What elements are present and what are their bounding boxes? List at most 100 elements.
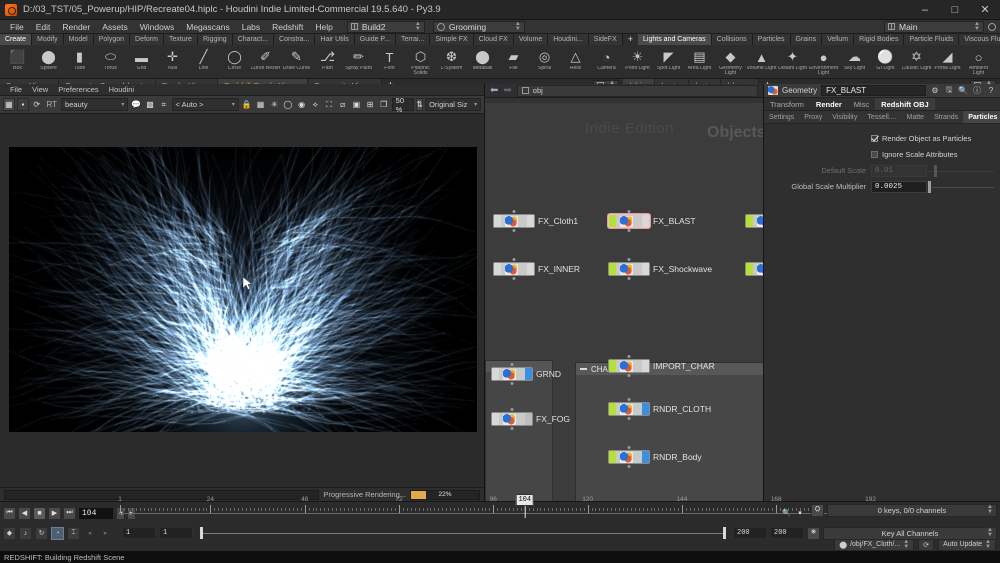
render-icon[interactable]: ▦ <box>3 98 15 111</box>
compare-icon[interactable]: ⧄ <box>337 98 349 111</box>
snapshot-icon[interactable]: ▣ <box>351 98 363 111</box>
gear-icon[interactable]: ⚙ <box>930 86 940 96</box>
node-input-connector[interactable] <box>513 210 516 213</box>
shelf-tool-draw-curve[interactable]: ✎ Draw Curve <box>281 47 312 77</box>
menu-assets[interactable]: Assets <box>96 20 134 34</box>
node-render-flag[interactable] <box>642 451 649 463</box>
node-body[interactable] <box>608 262 650 276</box>
lock-icon[interactable]: 🔒 <box>241 98 253 111</box>
shelf-tool-line[interactable]: ╱ Line <box>188 47 219 77</box>
copy-icon[interactable]: ❐ <box>378 98 390 111</box>
info-icon[interactable]: ⓘ <box>972 86 982 96</box>
shelf-tool-spot-light[interactable]: ◤ Spot Light <box>653 47 684 77</box>
pixels-icon[interactable]: ▦ <box>255 98 267 111</box>
node-body[interactable] <box>745 214 763 228</box>
node-body[interactable] <box>493 262 535 276</box>
shelf-tool-platonic-solids[interactable]: ⬡ Platonic Solids <box>405 47 436 77</box>
node-input-connector[interactable] <box>628 446 631 449</box>
node-body[interactable] <box>608 402 650 416</box>
subtab-proxy[interactable]: Proxy <box>799 111 827 123</box>
channel-spinner-icon[interactable]: ▲ ▼ <box>987 505 993 515</box>
shelf-tab-modify[interactable]: Modify <box>32 34 64 45</box>
node-input-connector[interactable] <box>628 355 631 358</box>
shelf-tab-volume[interactable]: Volume <box>514 34 548 45</box>
collapse-icon[interactable] <box>580 368 587 370</box>
node-render-flag[interactable] <box>642 215 649 227</box>
node-context-chip[interactable]: ⬤ /obj/FX_Cloth/... ▲ ▼ <box>834 539 914 551</box>
node-display-flag[interactable] <box>609 263 616 275</box>
network-path-field[interactable]: obj <box>517 85 758 97</box>
reload-icon[interactable]: ⟳ <box>31 98 43 111</box>
node-input-connector[interactable] <box>511 363 514 366</box>
node-render-flag[interactable] <box>525 413 532 425</box>
node-body[interactable] <box>491 367 533 381</box>
shelf-tool-spiral[interactable]: ◎ Spiral <box>529 47 560 77</box>
shelf-tool-helix[interactable]: △ Helix <box>560 47 591 77</box>
rv-menu-houdini[interactable]: Houdini <box>104 85 139 94</box>
forward-arrow-icon[interactable]: ➡ <box>503 85 511 96</box>
auto-update-chip[interactable]: Auto Update ▲ ▼ <box>938 539 996 551</box>
shelf-tool-portal-light[interactable]: ◢ Portal Light <box>932 47 963 77</box>
node-fx-cloth1[interactable]: FX_Cloth1 <box>493 214 578 228</box>
node-context-spinner-icon[interactable]: ▲ ▼ <box>903 540 909 550</box>
help-icon[interactable]: ? <box>986 86 996 96</box>
back-arrow-icon[interactable]: ⬅ <box>490 85 498 96</box>
shelf-tab-create[interactable]: Create <box>0 34 32 45</box>
layout-selector[interactable]: Main ▲ ▼ <box>884 21 984 33</box>
shelf-tab-guide-p[interactable]: Guide P... <box>355 34 396 45</box>
node-fx-inner[interactable]: FX_INNER <box>493 262 580 276</box>
camera-selector[interactable]: < Auto > ▾ <box>172 98 239 111</box>
snowflake-icon[interactable]: ✳ <box>268 98 280 111</box>
node-grnd[interactable]: GRND <box>491 367 561 381</box>
global-scale-multiplier-slider[interactable] <box>928 181 994 193</box>
grid-icon[interactable]: ▩ <box>144 98 156 111</box>
shelf-tool-font[interactable]: T Font <box>374 47 405 77</box>
shelf-tool-stereo-camera[interactable]: ▭Stereo Camera <box>994 47 1000 77</box>
tab-misc[interactable]: Misc <box>848 98 875 110</box>
shelf-tab-model[interactable]: Model <box>64 34 94 45</box>
desktop-spinner-icon[interactable]: ▲ ▼ <box>515 22 521 32</box>
zoom-spinner-icon[interactable]: ⇅ <box>416 98 423 111</box>
node-output-connector[interactable] <box>513 277 516 280</box>
shelf-tool-tube[interactable]: ▮ Tube <box>64 47 95 77</box>
node-render-flag[interactable] <box>642 403 649 415</box>
node-output-connector[interactable] <box>628 277 631 280</box>
node-input-connector[interactable] <box>628 398 631 401</box>
node-body[interactable] <box>608 359 650 373</box>
subtab-strands[interactable]: Strands <box>929 111 963 123</box>
search-icon[interactable]: 🔍 <box>958 86 968 96</box>
shelf-tool-ambient-light[interactable]: ○ Ambient Light <box>963 47 994 77</box>
jump-end-icon[interactable]: ⏭ <box>63 507 76 520</box>
shelf-tab-rigging[interactable]: Rigging <box>198 34 233 45</box>
zoom-timeline-icon[interactable]: 🔍 <box>780 506 793 519</box>
node-body[interactable] <box>608 214 650 228</box>
rv-menu-view[interactable]: View <box>27 85 53 94</box>
menu-render[interactable]: Render <box>56 20 96 34</box>
timeline-menu-chevron-icon[interactable]: ▾ <box>796 506 804 519</box>
tab-redshift-obj[interactable]: Redshift OBJ <box>875 98 935 110</box>
menu-edit[interactable]: Edit <box>30 20 57 34</box>
subtab-particles[interactable]: Particles <box>963 111 1000 123</box>
node-display-flag[interactable] <box>492 368 499 380</box>
node-node-4[interactable] <box>745 214 763 228</box>
node-body[interactable] <box>745 262 763 276</box>
shelf-tool-torus[interactable]: ⬭ Torus <box>95 47 126 77</box>
shelf-tab-particles[interactable]: Particles <box>753 34 791 45</box>
character-network-box[interactable]: CHARACTER <box>575 362 763 501</box>
node-render-flag[interactable] <box>642 360 649 372</box>
shelf-tool-distant-light[interactable]: ✦ Distant Light <box>777 47 808 77</box>
node-display-flag[interactable] <box>609 215 616 227</box>
add-snapshot-icon[interactable]: ⊞ <box>364 98 376 111</box>
shelf-tab-sidefx[interactable]: SideFX <box>589 34 623 45</box>
node-output-connector[interactable] <box>628 465 631 468</box>
tab-render[interactable]: Render <box>810 98 848 110</box>
subtab-visibility[interactable]: Visibility <box>827 111 862 123</box>
playhead[interactable]: 104 <box>515 494 534 518</box>
region-icon[interactable]: ◯ <box>282 98 294 111</box>
shelf-tab-collisions[interactable]: Collisions <box>712 34 753 45</box>
menu-file[interactable]: File <box>4 20 30 34</box>
minimize-button[interactable]: – <box>910 0 940 20</box>
node-output-connector[interactable] <box>511 382 514 385</box>
node-output-connector[interactable] <box>513 229 516 232</box>
channel-count-display[interactable]: 0 keys, 0/0 channels ▲ ▼ <box>827 504 997 517</box>
